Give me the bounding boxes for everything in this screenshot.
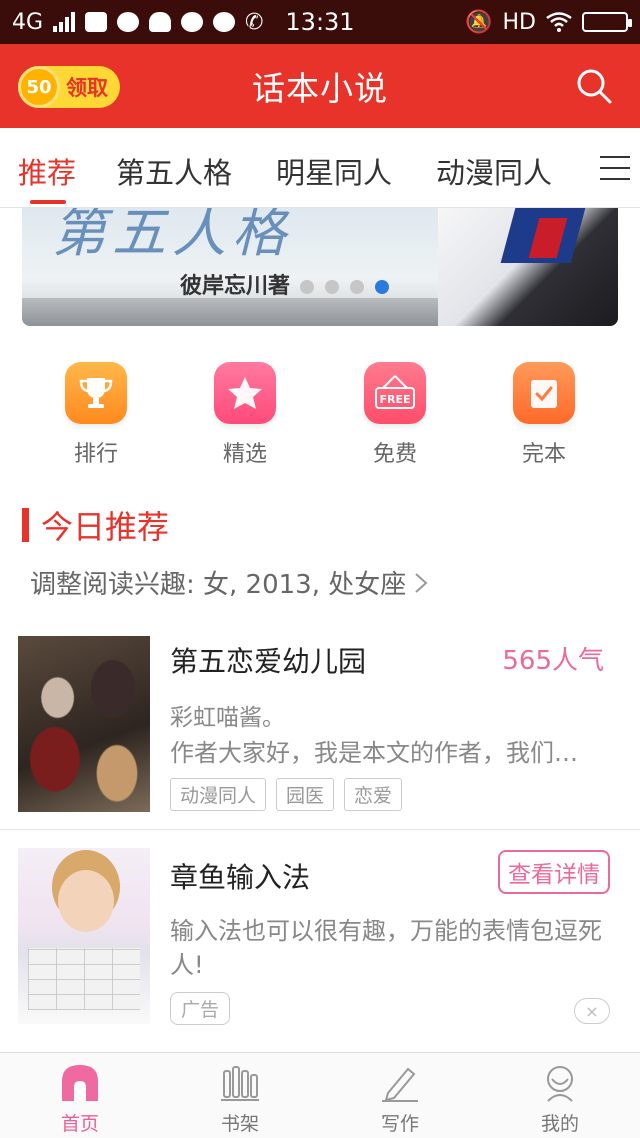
wifi-icon [546,12,572,32]
section-marker [22,508,29,542]
nav-write-label: 写作 [380,1113,419,1135]
banner-character-image [438,208,618,326]
app-header: 50 领取 话本小说 [0,44,640,128]
tab-celebrity-fanfic[interactable]: 明星同人 [276,150,392,192]
book-tag[interactable]: 动漫同人 [170,778,267,811]
trophy-icon [65,362,127,424]
banner-carousel[interactable]: 第五人格 彼岸忘川著 [22,208,618,326]
nav-write[interactable]: 写作 [350,1063,450,1136]
menu-icon[interactable] [600,156,630,180]
cloud-icon [149,12,172,32]
book-popularity: 565人气 [502,646,604,676]
app-title: 话本小说 [252,69,388,108]
message-icon [117,12,140,32]
active-tab-indicator [30,200,66,204]
adjust-interest-link[interactable]: 调整阅读兴趣: 女, 2013, 处女座 [30,564,428,601]
ad-badge: 广告 [170,992,231,1025]
category-tabs: 推荐 第五人格 明星同人 动漫同人 [0,128,640,208]
claim-label: 领取 [66,76,108,100]
nav-profile-label: 我的 [540,1113,579,1135]
browser-icon [213,12,236,32]
ad-description: 输入法也可以很有趣，万能的表情包逗死人! [170,917,602,979]
nav-home-label: 首页 [60,1113,99,1135]
ad-cover [18,848,150,1024]
carousel-dot[interactable] [300,280,314,294]
free-icon: FREE [364,362,426,424]
carousel-dot[interactable] [350,280,364,294]
carousel-dot[interactable] [325,280,339,294]
mute-icon: 🔕 [465,9,493,35]
ad-cover-keyboard [28,948,140,1010]
category-shortcuts: 排行 精选 FREE 免费 完本 [0,362,640,472]
bookshelf-icon [220,1063,260,1103]
nav-bookshelf[interactable]: 书架 [190,1063,290,1136]
home-icon [60,1063,100,1103]
claim-coins-button[interactable]: 50 领取 [18,66,120,108]
free-label: 免费 [372,442,417,467]
sim-icon [85,12,108,32]
nav-profile[interactable]: 我的 [510,1063,610,1136]
section-header: 今日推荐 [22,502,169,548]
status-bar: 4G ✆ 13:31 🔕 HD [0,0,640,44]
featured-button[interactable]: 精选 [190,362,300,468]
network-label: 4G [12,9,44,35]
chevron-right-icon [415,572,428,593]
nav-home[interactable]: 首页 [30,1063,130,1136]
free-button[interactable]: FREE 免费 [340,362,450,468]
tab-anime-fanfic[interactable]: 动漫同人 [436,150,552,192]
book-cover [18,636,150,812]
coin-icon: 50 [18,66,60,108]
book-title: 第五恋爱幼儿园 [170,645,367,678]
nav-bookshelf-label: 书架 [220,1113,259,1135]
book-tag[interactable]: 恋爱 [344,778,403,811]
book-item[interactable]: 第五恋爱幼儿园 565人气 彩虹喵酱。 作者大家好，我是本文的作者，我们… 动漫… [0,620,640,830]
missed-call-icon: ✆ [245,9,264,35]
svg-text:FREE: FREE [379,393,410,406]
pen-icon [380,1063,420,1103]
ad-cover-character [58,870,114,932]
banner-bridge-image [22,298,442,326]
search-icon[interactable] [576,68,612,104]
tab-recommend[interactable]: 推荐 [18,150,76,192]
completed-button[interactable]: 完本 [489,362,599,468]
view-details-button[interactable]: 查看详情 [498,850,610,894]
banner-title-art: 第五人格 [52,208,292,264]
profile-icon [540,1063,580,1103]
signal-icon [53,12,76,32]
book-author: 彩虹喵酱。 [170,705,285,731]
book-tags: 动漫同人 园医 恋爱 [170,778,403,811]
tab-identity-v[interactable]: 第五人格 [116,150,232,192]
featured-label: 精选 [222,442,267,467]
wechat-icon [181,12,204,32]
star-icon [214,362,276,424]
carousel-dot-active[interactable] [375,280,389,294]
banner-author: 彼岸忘川著 [180,273,291,299]
hd-label: HD [502,9,536,35]
book-description: 作者大家好，我是本文的作者，我们… [170,739,578,767]
coin-value: 50 [26,76,52,98]
ad-item[interactable]: 章鱼输入法 查看详情 输入法也可以很有趣，万能的表情包逗死人! 广告 × [0,830,640,1044]
close-ad-icon[interactable]: × [574,998,610,1024]
carousel-indicator [300,280,389,294]
ranking-label: 排行 [73,442,118,467]
ad-title: 章鱼输入法 [170,861,311,894]
interest-text: 调整阅读兴趣: 女, 2013, 处女座 [30,570,407,600]
bottom-navigation: 首页 书架 写作 我的 [0,1052,640,1138]
completed-label: 完本 [521,442,566,467]
book-tag[interactable]: 园医 [276,778,335,811]
battery-icon [582,12,632,32]
check-icon [513,362,575,424]
ranking-button[interactable]: 排行 [41,362,151,468]
section-title: 今日推荐 [41,508,170,546]
